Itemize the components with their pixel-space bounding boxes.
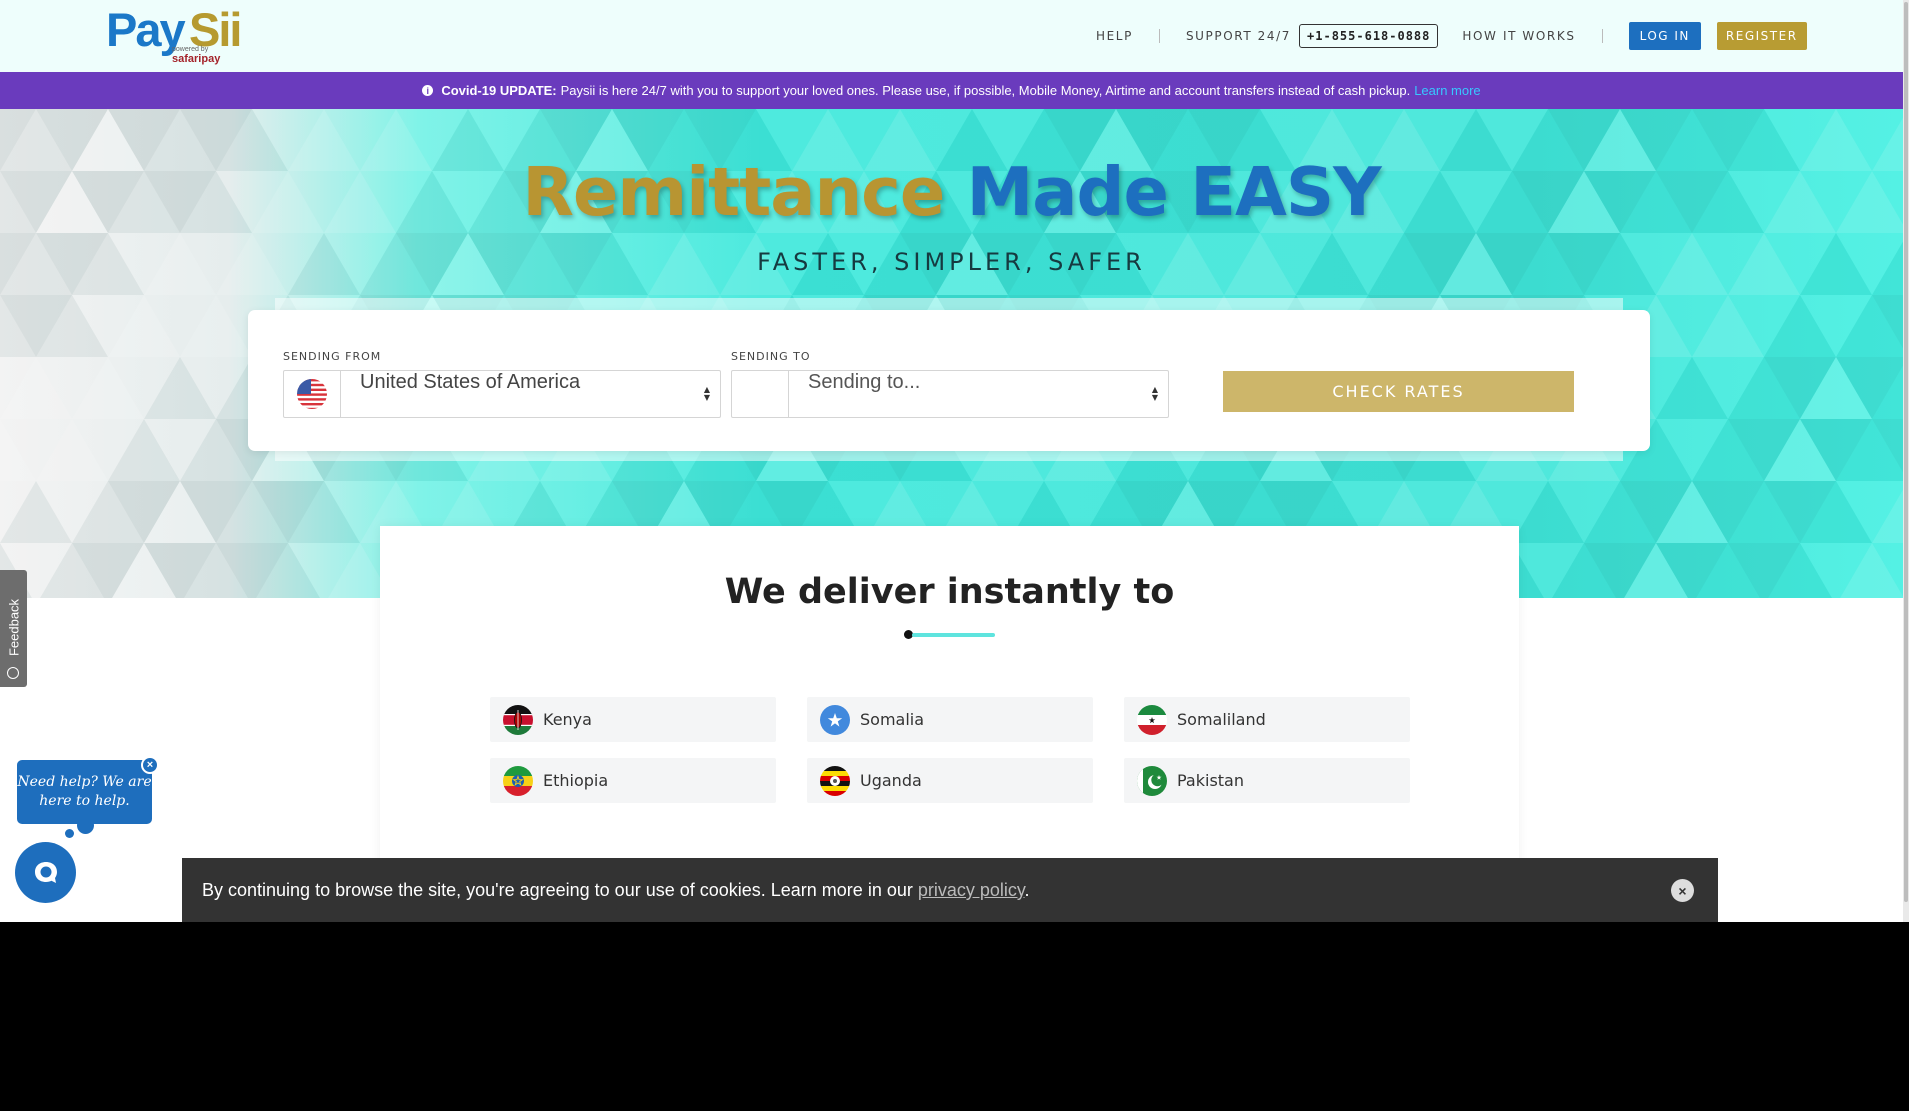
logo-powered-by: powered by [172,46,209,53]
chat-button[interactable] [15,842,76,903]
sending-to-select[interactable]: Sending to... ▲ ▼ [731,370,1169,418]
flag-cell-empty [732,371,789,417]
pakistan-flag-icon [1137,765,1167,796]
help-text-line1: Need help? We are [17,774,152,790]
nav-bar: HELP SUPPORT 24/7 +1-855-618-0888 HOW IT… [1096,0,1807,72]
covid-banner: i Covid-19 UPDATE: Paysii is here 24/7 w… [0,72,1903,109]
select-arrows-icon: ▲ ▼ [703,385,710,402]
title-divider-line [912,633,995,637]
bubble-tail-dot [65,829,74,838]
nav-support[interactable]: SUPPORT 24/7 [1186,29,1291,43]
help-text-line2: here to help. [39,793,130,809]
country-name: Uganda [860,771,922,790]
nav-help[interactable]: HELP [1096,29,1133,43]
cookie-message: By continuing to browse the site, you're… [202,858,1030,922]
sending-from-label: SENDING FROM [283,350,382,363]
flag-cell [284,371,341,417]
scrollbar[interactable] [1903,0,1909,922]
nav-how-it-works[interactable]: HOW IT WORKS [1462,29,1575,43]
help-close-button[interactable]: × [141,756,159,774]
bubble-tail-dot [77,817,94,834]
country-name: Somaliland [1177,710,1266,729]
chat-bubble-icon [34,861,57,883]
country-kenya[interactable]: Kenya [490,697,776,742]
privacy-policy-link[interactable]: privacy policy [918,880,1025,900]
cookie-text: By continuing to browse the site, you're… [202,880,918,900]
login-button[interactable]: LOG IN [1628,22,1701,50]
sending-to-placeholder: Sending to... [808,371,921,393]
hero-subtitle: FASTER, SIMPLER, SAFER [757,248,1146,276]
somaliland-flag-icon [1137,704,1167,735]
kenya-flag-icon [503,704,533,735]
scrollbar-thumb[interactable] [1904,2,1908,902]
check-rates-button[interactable]: CHECK RATES [1223,371,1574,412]
cookie-text-end: . [1024,880,1030,900]
banner-text: Paysii is here 24/7 with you to support … [560,83,1411,98]
logo-safaripay: safaripay [172,53,221,65]
register-button[interactable]: REGISTER [1716,22,1807,50]
somalia-flag-icon [820,704,850,735]
select-arrows-icon: ▲ ▼ [1151,385,1158,402]
usa-flag-icon [297,379,327,409]
hero-title-made-easy: Made EASY [966,153,1382,231]
info-icon: i [422,85,434,96]
country-name: Pakistan [1177,771,1244,790]
smiley-icon [7,667,19,679]
feedback-label: Feedback [6,598,22,657]
hero-title-remittance: Remittance [522,153,945,231]
nav-divider [1158,29,1160,43]
uganda-flag-icon [820,765,850,796]
support-phone-button[interactable]: +1-855-618-0888 [1299,24,1439,48]
banner-title: Covid-19 UPDATE: [441,83,557,98]
country-pakistan[interactable]: Pakistan [1124,758,1410,803]
country-somalia[interactable]: Somalia [807,697,1093,742]
country-name: Somalia [860,710,925,729]
cookie-close-button[interactable]: × [1671,879,1694,902]
site-header: Pay Sii powered by safaripay HELP SUPPOR… [0,0,1903,72]
sending-from-value: United States of America [360,371,581,393]
rate-form-card: SENDING FROM United States of America ▲ … [248,310,1650,451]
feedback-tab[interactable]: Feedback [0,570,27,687]
cookie-bar: By continuing to browse the site, you're… [182,858,1718,922]
ethiopia-flag-icon [503,765,533,796]
help-bubble[interactable]: Need help? We are here to help. [17,760,152,824]
hero-title: Remittance Made EASY [0,153,1903,231]
country-ethiopia[interactable]: Ethiopia [490,758,776,803]
nav-divider [1601,29,1603,43]
sending-to-label: SENDING TO [731,350,811,363]
deliver-title: We deliver instantly to [724,572,1175,612]
page: Pay Sii powered by safaripay HELP SUPPOR… [0,0,1903,922]
country-name: Kenya [543,710,592,729]
sending-from-select[interactable]: United States of America ▲ ▼ [283,370,721,418]
country-name: Ethiopia [543,771,609,790]
country-somaliland[interactable]: Somaliland [1124,697,1410,742]
paysii-logo[interactable]: Pay Sii powered by safaripay [106,2,246,68]
banner-learn-more-link[interactable]: Learn more [1414,83,1480,98]
country-uganda[interactable]: Uganda [807,758,1093,803]
